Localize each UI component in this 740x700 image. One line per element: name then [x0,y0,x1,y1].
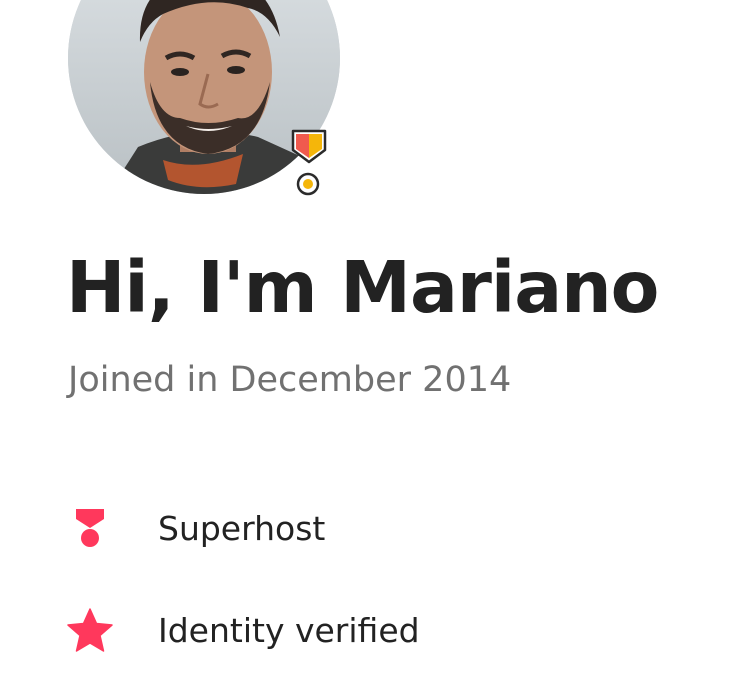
star-icon [66,606,114,654]
superhost-label: Superhost [158,508,326,548]
joined-date: Joined in December 2014 [68,360,512,400]
superhost-icon [66,504,114,552]
highlight-identity-verified: Identity verified [66,602,420,658]
host-profile-page: Hi, I'm Mariano Joined in December 2014 … [0,0,740,700]
identity-verified-label: Identity verified [158,610,420,650]
highlight-superhost: Superhost [66,500,325,556]
superhost-medal-icon [290,128,328,198]
page-title: Hi, I'm Mariano [66,246,659,329]
